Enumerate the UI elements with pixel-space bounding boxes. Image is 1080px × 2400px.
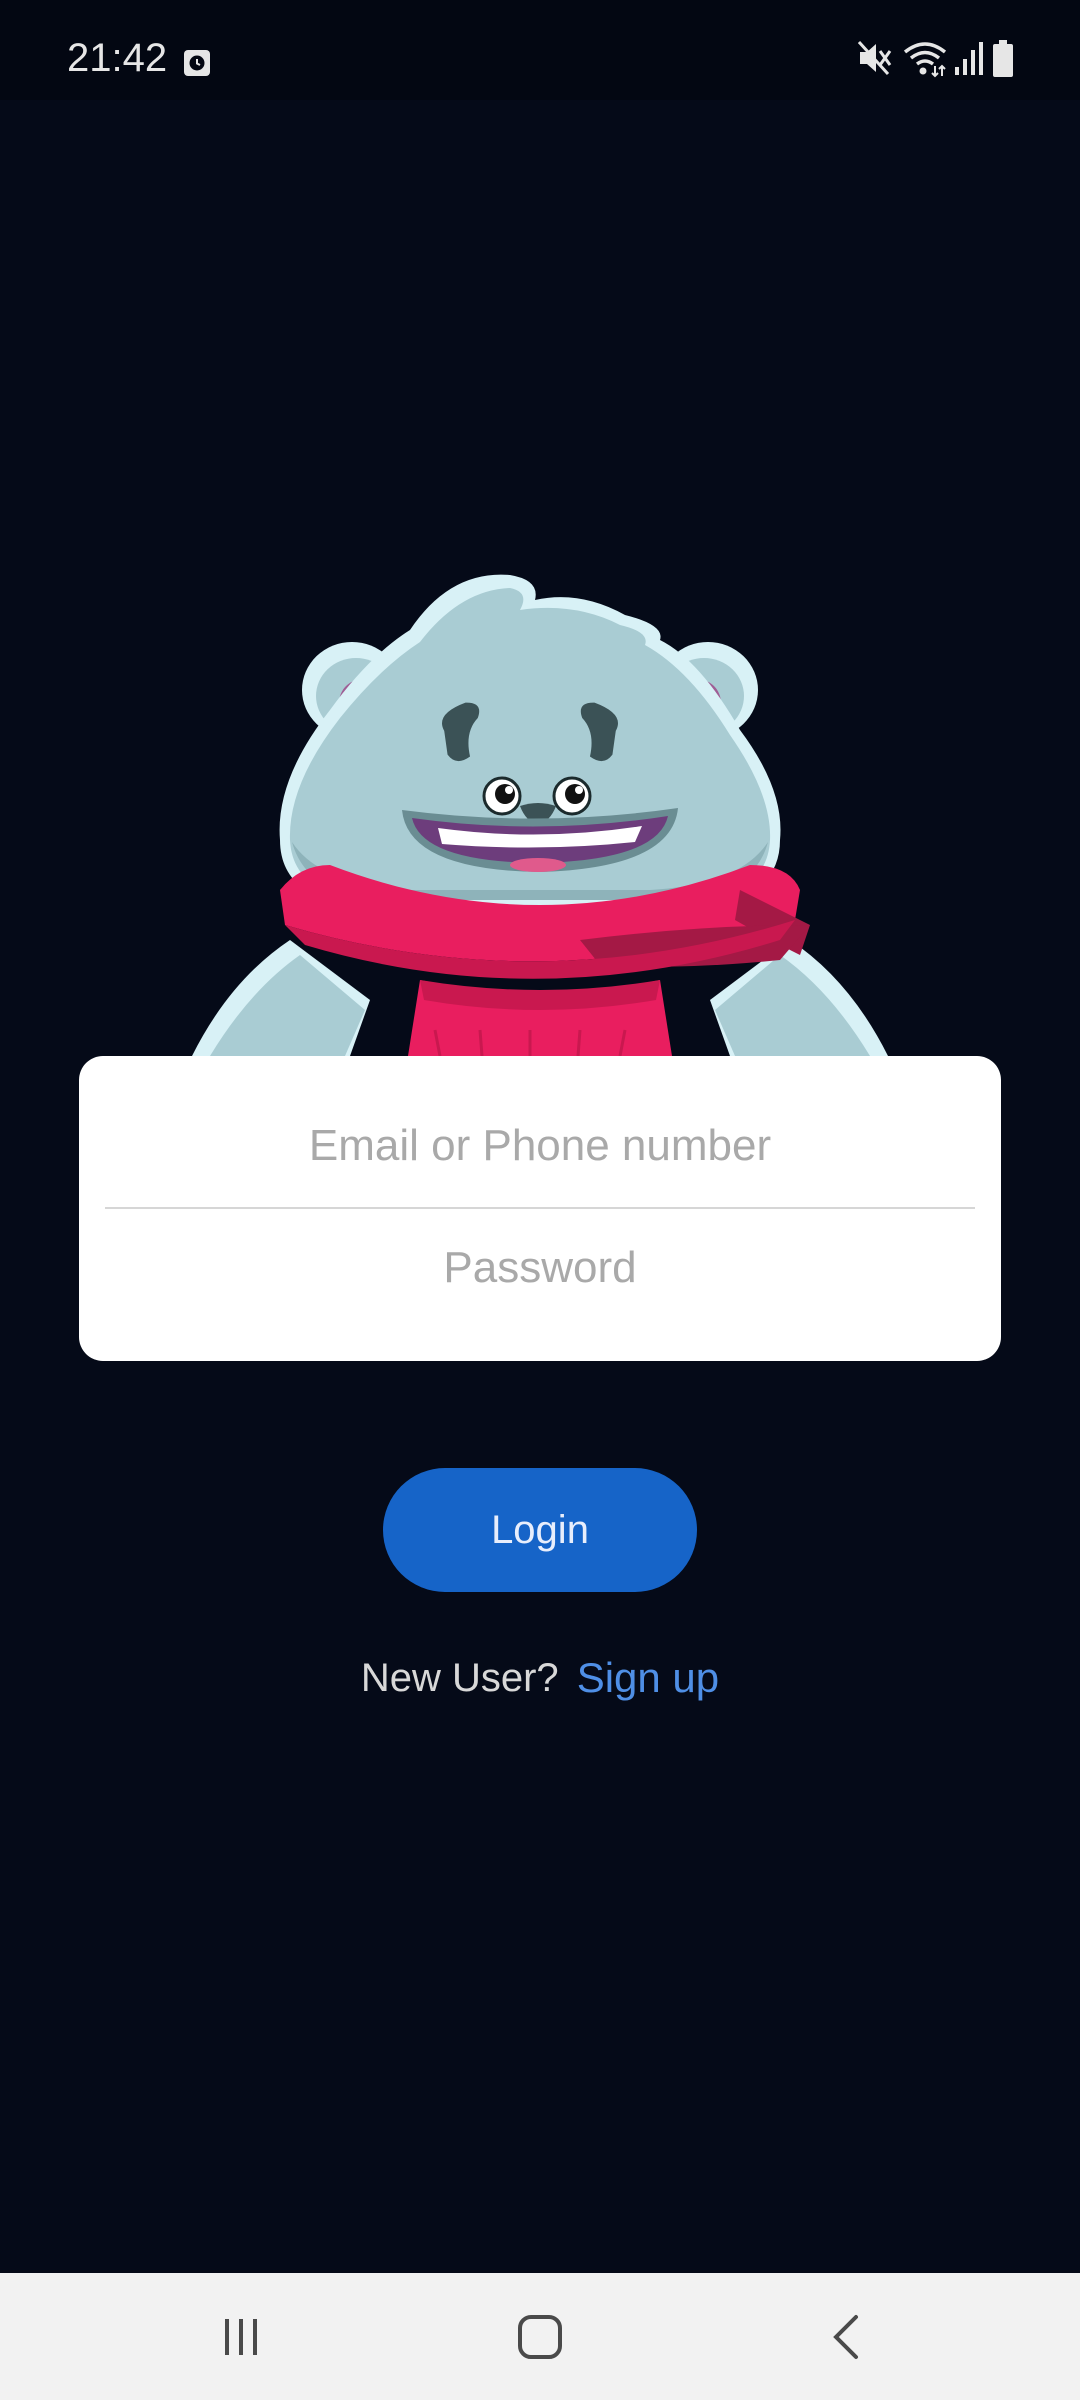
new-user-label: New User? xyxy=(360,1655,559,1700)
login-button-label: Login xyxy=(491,1507,589,1552)
recents-button[interactable] xyxy=(141,2273,341,2400)
field-divider xyxy=(105,1207,975,1209)
status-bar: 21:42 xyxy=(0,0,1080,100)
bear-mascot-illustration xyxy=(192,574,888,1056)
back-button[interactable] xyxy=(745,2273,945,2400)
status-time: 21:42 xyxy=(67,36,168,80)
battery-icon xyxy=(993,40,1013,77)
signal-icon xyxy=(955,42,983,75)
alarm-icon xyxy=(184,50,210,76)
back-icon xyxy=(833,2314,858,2359)
sign-up-link[interactable]: Sign up xyxy=(577,1654,719,1702)
mute-icon xyxy=(858,40,892,76)
wifi-icon xyxy=(903,42,947,78)
login-screen: 21:42 Email or Phone number Login New Us… xyxy=(0,0,1080,2400)
password-input[interactable] xyxy=(105,1228,975,1308)
email-or-phone-input[interactable] xyxy=(105,1106,975,1186)
signup-row: New User? Sign up xyxy=(0,1648,1080,1708)
login-card xyxy=(79,1056,1001,1361)
home-button[interactable] xyxy=(440,2273,640,2400)
home-icon xyxy=(518,2314,562,2359)
login-button[interactable]: Login xyxy=(383,1468,697,1592)
recents-icon xyxy=(225,2318,257,2355)
system-navigation-bar xyxy=(0,2273,1080,2400)
